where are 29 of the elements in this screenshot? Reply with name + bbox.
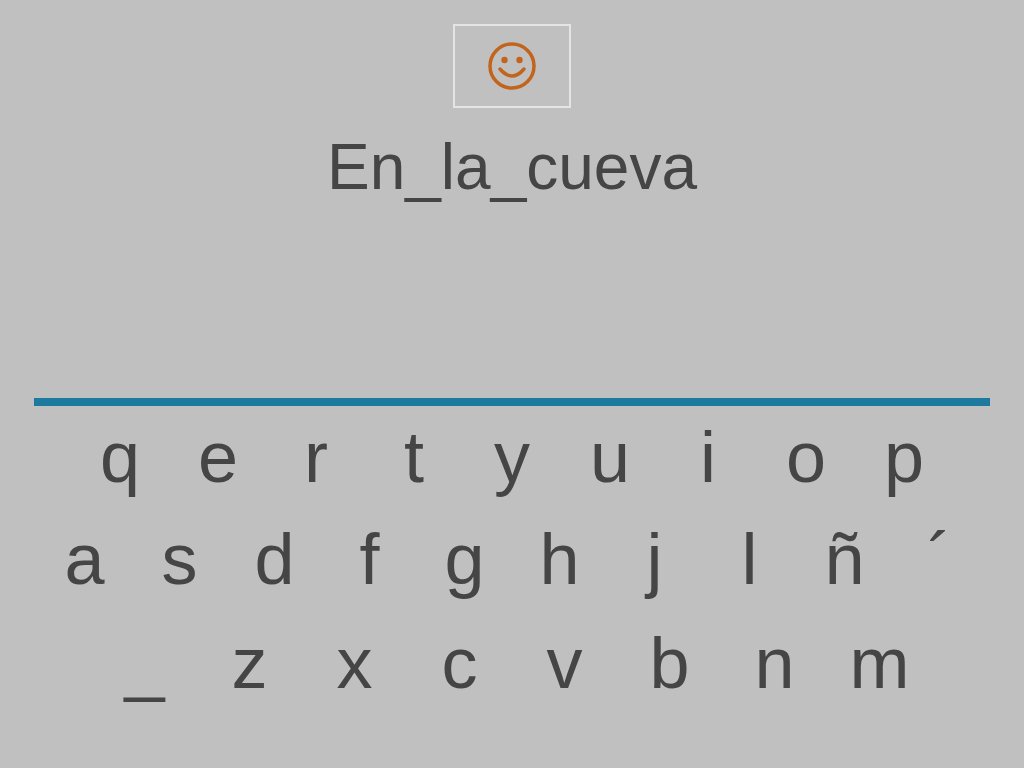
letter-key[interactable]: m: [827, 618, 932, 708]
letter-key[interactable]: e: [169, 412, 267, 502]
letter-key[interactable]: h: [512, 514, 607, 604]
smiley-icon: [487, 41, 537, 91]
letter-key[interactable]: r: [267, 412, 365, 502]
letter-key[interactable]: j: [607, 514, 702, 604]
letter-key[interactable]: o: [757, 412, 855, 502]
letter-key[interactable]: c: [407, 618, 512, 708]
letter-key[interactable]: l: [702, 514, 797, 604]
letter-key[interactable]: i: [659, 412, 757, 502]
letter-key[interactable]: ñ: [797, 514, 892, 604]
letter-key[interactable]: v: [512, 618, 617, 708]
letter-key[interactable]: p: [855, 412, 953, 502]
letter-key[interactable]: a: [37, 514, 132, 604]
letter-key[interactable]: g: [417, 514, 512, 604]
letter-key[interactable]: n: [722, 618, 827, 708]
letter-key[interactable]: b: [617, 618, 722, 708]
letter-key[interactable]: u: [561, 412, 659, 502]
letter-key[interactable]: t: [365, 412, 463, 502]
letter-key[interactable]: f: [322, 514, 417, 604]
letter-key[interactable]: x: [302, 618, 407, 708]
letter-key[interactable]: z: [197, 618, 302, 708]
letter-key[interactable]: q: [71, 412, 169, 502]
letter-key[interactable]: ´: [892, 514, 987, 604]
letter-key[interactable]: s: [132, 514, 227, 604]
letter-key[interactable]: y: [463, 412, 561, 502]
letter-key[interactable]: _: [92, 618, 197, 708]
answer-text: En_la_cueva: [326, 130, 698, 204]
letter-key[interactable]: d: [227, 514, 322, 604]
